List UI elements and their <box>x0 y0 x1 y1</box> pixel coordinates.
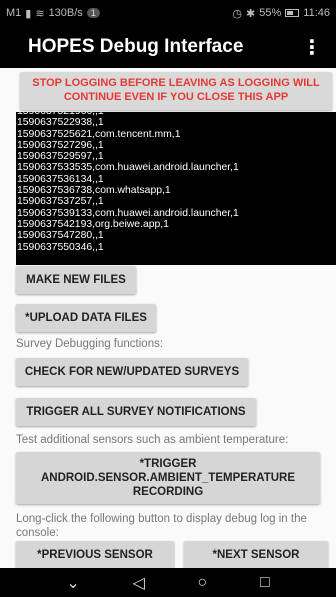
app-bar: HOPES Debug Interface ⋮ <box>0 26 336 68</box>
additional-sensors-label: Test additional sensors such as ambient … <box>16 434 289 446</box>
chevron-down-icon[interactable]: ⌄ <box>66 573 79 593</box>
make-new-files-button[interactable]: MAKE NEW FILES <box>16 266 136 294</box>
console-line: 1590637542193,org.beiwe.app,1 <box>17 218 169 230</box>
stop-logging-button[interactable]: STOP LOGGING BEFORE LEAVING AS LOGGING W… <box>20 72 332 110</box>
console-line: 1590637529597,,1 <box>17 151 104 163</box>
status-bar: M1 ▮ ≋ 130B/s 1 ◷ ✱ 55% 11:46 <box>0 0 336 26</box>
status-bar-right: ◷ ✱ 55% 11:46 <box>232 7 330 20</box>
trigger-survey-notifications-button[interactable]: TRIGGER ALL SURVEY NOTIFICATIONS <box>16 398 256 426</box>
clock: 11:46 <box>303 7 330 19</box>
network-speed: 130B/s <box>48 7 83 19</box>
console-line: 1590637536134,,1 <box>17 173 104 185</box>
debug-console[interactable]: 1590637521966,,11590637522938,,115906375… <box>16 112 336 265</box>
bluetooth-icon: ✱ <box>246 7 256 20</box>
previous-sensor-button[interactable]: *PREVIOUS SENSOR <box>16 541 174 569</box>
app-title: HOPES Debug Interface <box>28 36 244 57</box>
home-icon[interactable]: ○ <box>198 574 208 592</box>
battery-percent: 55% <box>259 7 282 19</box>
back-icon[interactable]: ◁ <box>133 573 145 593</box>
status-bar-left: M1 ▮ ≋ 130B/s 1 <box>6 7 100 20</box>
console-line: 1590637547280,,1 <box>17 230 104 242</box>
console-line: 1590637533535,com.huawei.android.launche… <box>17 162 239 174</box>
upload-data-files-button[interactable]: *UPLOAD DATA FILES <box>16 304 156 332</box>
console-line: 1590637539133,com.huawei.android.launche… <box>17 207 239 219</box>
check-surveys-button[interactable]: CHECK FOR NEW/UPDATED SURVEYS <box>16 358 248 386</box>
signal-icon: ▮ <box>25 7 32 20</box>
console-line: 1590637527296,,1 <box>17 139 104 151</box>
recents-icon[interactable]: □ <box>260 574 270 592</box>
alarm-icon: ◷ <box>232 7 243 20</box>
console-line: 1590637522938,,1 <box>17 117 104 129</box>
console-line: 1590637525621,com.tencent.mm,1 <box>17 128 181 140</box>
console-line: 1590637550346,,1 <box>17 241 104 253</box>
battery-icon <box>285 9 300 17</box>
carrier-label: M1 <box>6 7 22 19</box>
long-click-label: Long-click the following button to displ… <box>16 513 307 539</box>
wifi-icon: ≋ <box>35 7 45 20</box>
trigger-ambient-temperature-button[interactable]: *TRIGGER ANDROID.SENSOR.AMBIENT_TEMPERAT… <box>16 452 320 504</box>
console-line: 1590637536738,com.whatsapp,1 <box>17 185 171 197</box>
more-vert-icon[interactable]: ⋮ <box>302 35 322 60</box>
next-sensor-button[interactable]: *NEXT SENSOR <box>184 541 328 569</box>
notification-badge: 1 <box>86 8 100 18</box>
console-log-lines: 1590637521966,,11590637522938,,115906375… <box>17 112 336 253</box>
navigation-bar: ⌄ ◁ ○ □ <box>0 568 336 597</box>
console-line: 1590637537257,,1 <box>17 196 104 208</box>
survey-debugging-label: Survey Debugging functions: <box>16 338 164 350</box>
